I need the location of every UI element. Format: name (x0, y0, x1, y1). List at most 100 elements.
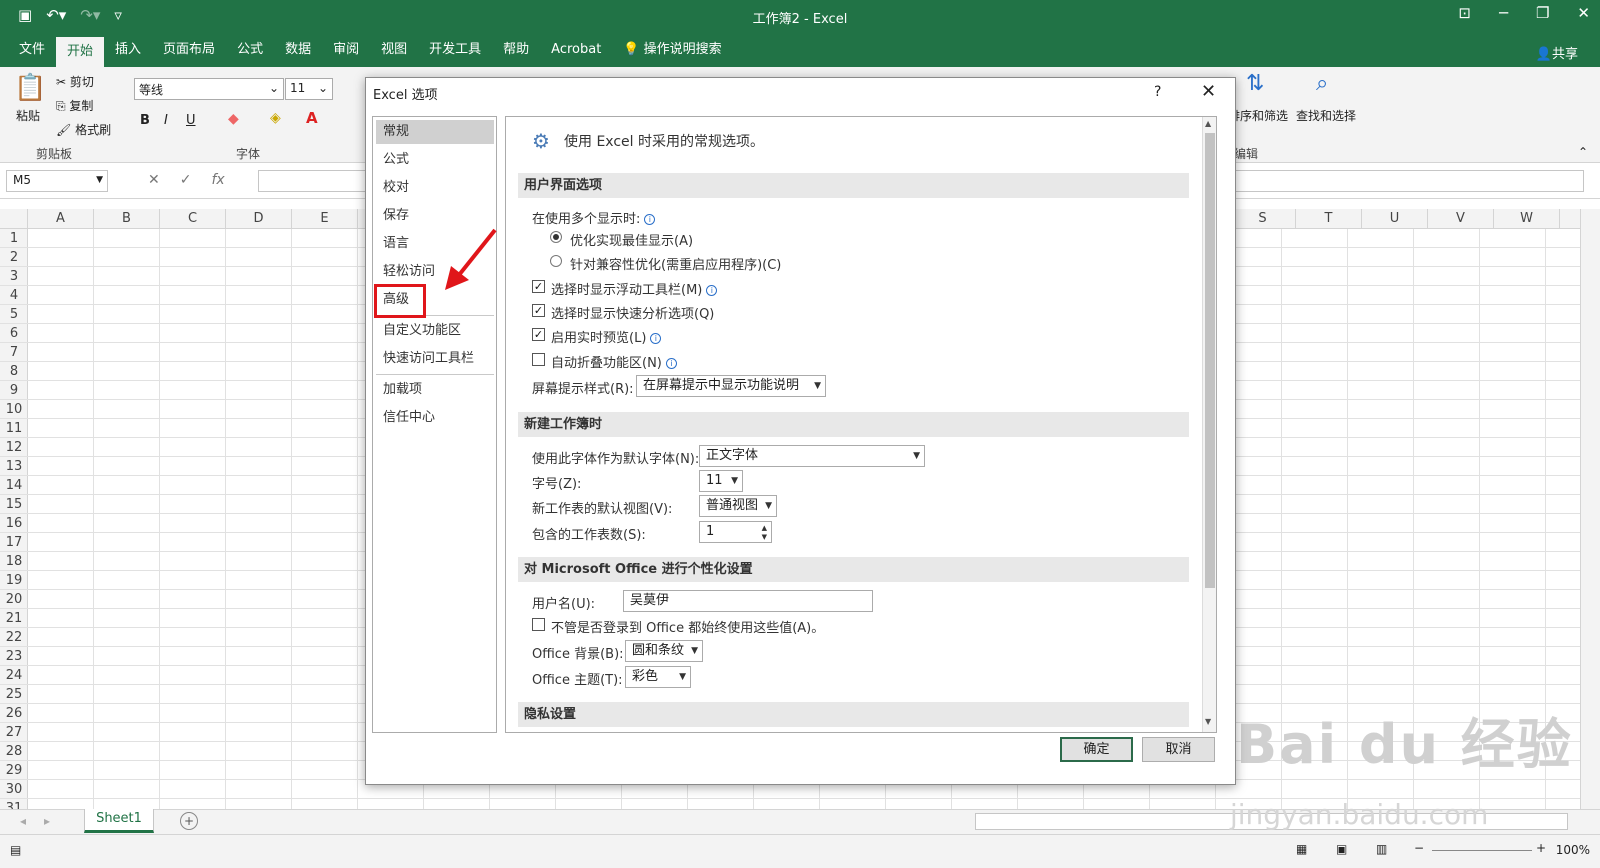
office-theme-select[interactable]: 彩色 ▼ (625, 666, 691, 688)
zoom-level[interactable]: 100% (1556, 843, 1590, 857)
font-size-select[interactable]: 11 ⌄ (285, 78, 333, 100)
checkbox-collapse-ribbon[interactable] (532, 353, 545, 366)
checkbox-mini-toolbar[interactable]: ✓ (532, 280, 545, 293)
page-layout-view-icon[interactable]: ▣ (1336, 842, 1347, 856)
nav-trust-center[interactable]: 信任中心 (376, 406, 494, 430)
insert-function-icon[interactable]: fx (211, 172, 224, 188)
row-header[interactable]: 10 (0, 400, 28, 419)
scroll-thumb[interactable] (1205, 133, 1215, 588)
prev-sheet-icon[interactable]: ◂ (20, 814, 26, 828)
next-sheet-icon[interactable]: ▸ (44, 814, 50, 828)
find-select-button[interactable]: 查找和选择 (1296, 107, 1356, 124)
underline-button[interactable]: U (186, 113, 196, 128)
zoom-out-icon[interactable]: − (1414, 841, 1424, 855)
row-header[interactable]: 7 (0, 343, 28, 362)
macro-record-icon[interactable]: ▤ (10, 843, 21, 857)
row-header[interactable]: 26 (0, 704, 28, 723)
nav-general[interactable]: 常规 (376, 120, 494, 144)
tell-me-search[interactable]: 💡 操作说明搜索 (612, 33, 732, 67)
row-header[interactable]: 18 (0, 552, 28, 571)
row-header[interactable]: 23 (0, 647, 28, 666)
row-header[interactable]: 1 (0, 229, 28, 248)
office-bg-select[interactable]: 圆和条纹 ▼ (625, 640, 703, 662)
scroll-down-icon[interactable]: ▼ (1205, 717, 1211, 726)
nav-proofing[interactable]: 校对 (376, 176, 494, 200)
row-header[interactable]: 21 (0, 609, 28, 628)
tab-help[interactable]: 帮助 (492, 33, 540, 67)
ribbon-display-icon[interactable]: ⊡ (1458, 4, 1471, 22)
row-header[interactable]: 2 (0, 248, 28, 267)
scroll-up-icon[interactable]: ▲ (1205, 119, 1211, 128)
tab-home[interactable]: 开始 (56, 37, 105, 67)
row-header[interactable]: 24 (0, 666, 28, 685)
checkbox-live-preview[interactable]: ✓ (532, 328, 545, 341)
radio-compatibility[interactable] (550, 255, 562, 267)
row-header[interactable]: 8 (0, 362, 28, 381)
row-header[interactable]: 25 (0, 685, 28, 704)
nav-save[interactable]: 保存 (376, 204, 494, 228)
row-header[interactable]: 6 (0, 324, 28, 343)
row-header[interactable]: 9 (0, 381, 28, 400)
italic-button[interactable]: I (164, 113, 168, 128)
minimize-icon[interactable]: ─ (1499, 4, 1508, 22)
column-header[interactable]: S (1230, 209, 1296, 229)
column-header[interactable]: E (292, 209, 358, 229)
row-header[interactable]: 27 (0, 723, 28, 742)
row-header[interactable]: 11 (0, 419, 28, 438)
sheet-count-spinner[interactable]: 1 ▲ ▼ (699, 521, 772, 543)
cancel-button[interactable]: 取消 (1142, 737, 1215, 762)
checkbox-always-use[interactable] (532, 618, 545, 631)
row-header[interactable]: 4 (0, 286, 28, 305)
tab-data[interactable]: 数据 (274, 33, 322, 67)
vertical-scrollbar[interactable] (1580, 209, 1600, 809)
page-break-view-icon[interactable]: ▥ (1376, 842, 1387, 856)
tooltip-style-select[interactable]: 在屏幕提示中显示功能说明 ▼ (636, 375, 826, 397)
row-header[interactable]: 22 (0, 628, 28, 647)
sort-filter-button[interactable]: 排序和筛选 (1228, 107, 1288, 124)
nav-customize-ribbon[interactable]: 自定义功能区 (376, 319, 494, 343)
normal-view-icon[interactable]: ▦ (1296, 842, 1307, 856)
restore-icon[interactable]: ❐ (1536, 4, 1549, 22)
nav-quick-access-toolbar[interactable]: 快速访问工具栏 (376, 347, 494, 371)
paste-icon[interactable]: 📋 (14, 73, 46, 103)
nav-add-ins[interactable]: 加载项 (376, 378, 494, 402)
collapse-ribbon-icon[interactable]: ⌃ (1578, 145, 1588, 159)
paste-button[interactable]: 粘贴 (16, 107, 40, 124)
tab-page-layout[interactable]: 页面布局 (152, 33, 226, 67)
content-scrollbar[interactable]: ▲ ▼ (1202, 117, 1216, 732)
enter-formula-icon[interactable]: ✓ (180, 172, 192, 188)
tab-insert[interactable]: 插入 (104, 33, 152, 67)
tab-review[interactable]: 审阅 (322, 33, 370, 67)
bold-button[interactable]: B (140, 113, 150, 128)
column-header[interactable]: V (1428, 209, 1494, 229)
name-box[interactable]: M5 ▼ (6, 170, 108, 192)
column-header[interactable]: D (226, 209, 292, 229)
ok-button[interactable]: 确定 (1060, 737, 1133, 762)
row-header[interactable]: 15 (0, 495, 28, 514)
default-font-select[interactable]: 正文字体 ▼ (699, 445, 925, 467)
row-header[interactable]: 12 (0, 438, 28, 457)
share-button[interactable]: 👤共享 (1536, 43, 1578, 62)
zoom-slider[interactable] (1432, 850, 1532, 851)
radio-best-display[interactable] (550, 231, 562, 243)
row-header[interactable]: 20 (0, 590, 28, 609)
font-name-select[interactable]: 等线 ⌄ (134, 78, 284, 100)
row-header[interactable]: 3 (0, 267, 28, 286)
username-input[interactable]: 吴莫伊 (623, 590, 873, 612)
tab-acrobat[interactable]: Acrobat (540, 33, 612, 67)
row-header[interactable]: 16 (0, 514, 28, 533)
column-header[interactable]: A (28, 209, 94, 229)
fill-color-icon[interactable]: ◈ (270, 110, 281, 126)
tab-formulas[interactable]: 公式 (226, 33, 274, 67)
format-painter-button[interactable]: 🖌 格式刷 (56, 121, 111, 138)
row-header[interactable]: 28 (0, 742, 28, 761)
row-header[interactable]: 13 (0, 457, 28, 476)
column-header[interactable]: W (1494, 209, 1560, 229)
zoom-in-icon[interactable]: + (1536, 841, 1546, 855)
row-header[interactable]: 5 (0, 305, 28, 324)
row-header[interactable]: 17 (0, 533, 28, 552)
copy-button[interactable]: ⎘ 复制 (56, 97, 93, 114)
row-header[interactable]: 29 (0, 761, 28, 780)
font-size-select[interactable]: 11 ▼ (699, 470, 743, 492)
checkbox-quick-analysis[interactable]: ✓ (532, 304, 545, 317)
